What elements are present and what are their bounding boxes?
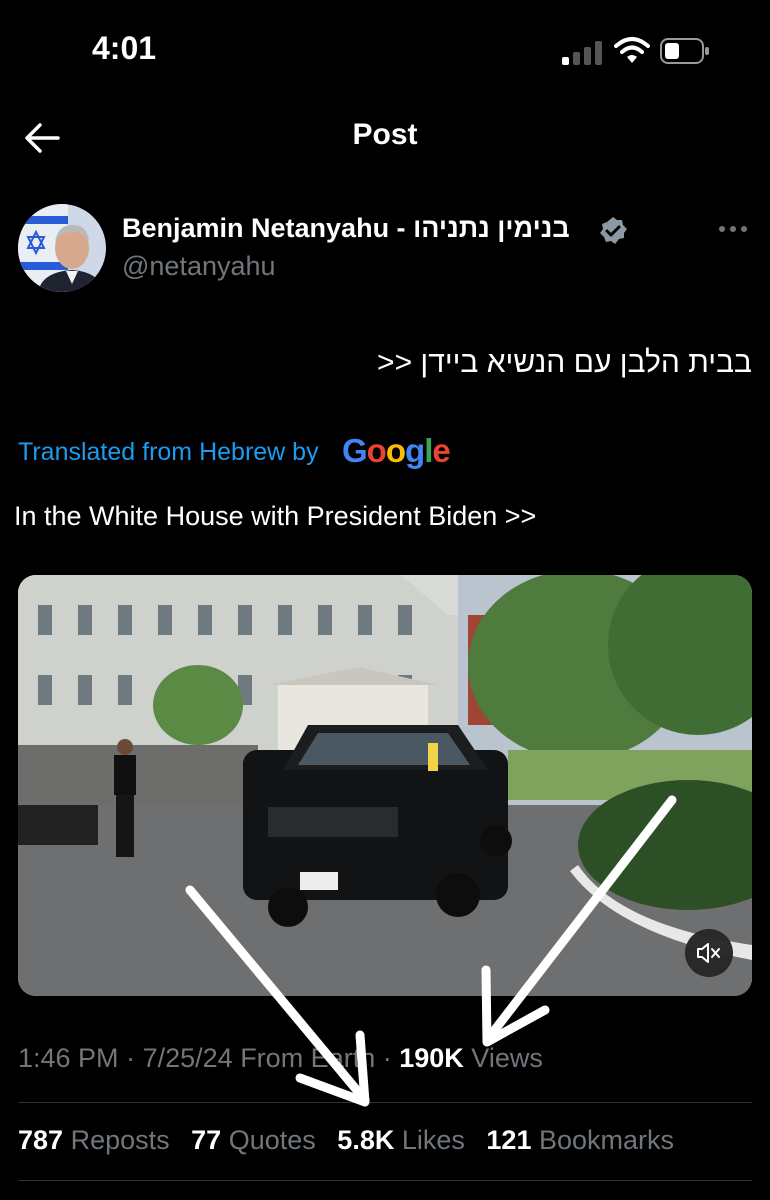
wifi-icon	[614, 37, 650, 63]
translation-attribution-link[interactable]: Translated from Hebrew by	[18, 438, 319, 467]
reposts-stat[interactable]: 787 Reposts	[18, 1125, 170, 1155]
post-date: 7/25/24	[142, 1043, 233, 1073]
post-time: 1:46 PM	[18, 1043, 119, 1073]
quotes-stat[interactable]: 77 Quotes	[191, 1125, 316, 1155]
author-name[interactable]: Benjamin Netanyahu - בנימין נתניהו	[122, 213, 570, 244]
author-handle[interactable]: @netanyahu	[122, 251, 276, 282]
bookmarks-stat[interactable]: 121 Bookmarks	[486, 1125, 674, 1155]
divider	[18, 1180, 752, 1181]
engagement-stats: 787 Reposts 77 Quotes 5.8K Likes 121 Boo…	[18, 1125, 688, 1156]
google-logo: Google	[342, 432, 451, 469]
post-translated-text: In the White House with President Biden …	[14, 501, 537, 531]
bookmarks-count: 121	[486, 1125, 532, 1155]
bookmarks-label: Bookmarks	[538, 1125, 675, 1155]
divider	[18, 1102, 752, 1103]
likes-stat[interactable]: 5.8K Likes	[337, 1125, 465, 1155]
quotes-count: 77	[191, 1125, 222, 1155]
reposts-label: Reposts	[70, 1125, 170, 1155]
status-time: 4:01	[92, 30, 157, 66]
post-video[interactable]	[18, 575, 752, 996]
battery-icon	[660, 38, 709, 64]
status-bar: 4:01	[0, 0, 770, 100]
cellular-signal-icon	[562, 39, 606, 65]
quotes-label: Quotes	[228, 1125, 316, 1155]
more-icon[interactable]	[716, 218, 750, 240]
views-label: Views	[471, 1043, 543, 1073]
post-meta: 1:46 PM · 7/25/24 From Earth · 190K View…	[18, 1043, 543, 1073]
page-title: Post	[352, 118, 418, 151]
reposts-count: 787	[18, 1125, 64, 1155]
avatar[interactable]	[18, 204, 106, 292]
verified-badge-icon	[600, 217, 627, 244]
views-count: 190K	[399, 1043, 464, 1073]
muted-speaker-icon[interactable]	[685, 929, 733, 977]
post-original-text: בבית הלבן עם הנשיא ביידן <<	[377, 346, 752, 379]
post-location: From Earth	[240, 1043, 376, 1073]
likes-count: 5.8K	[337, 1125, 395, 1155]
likes-label: Likes	[401, 1125, 465, 1155]
